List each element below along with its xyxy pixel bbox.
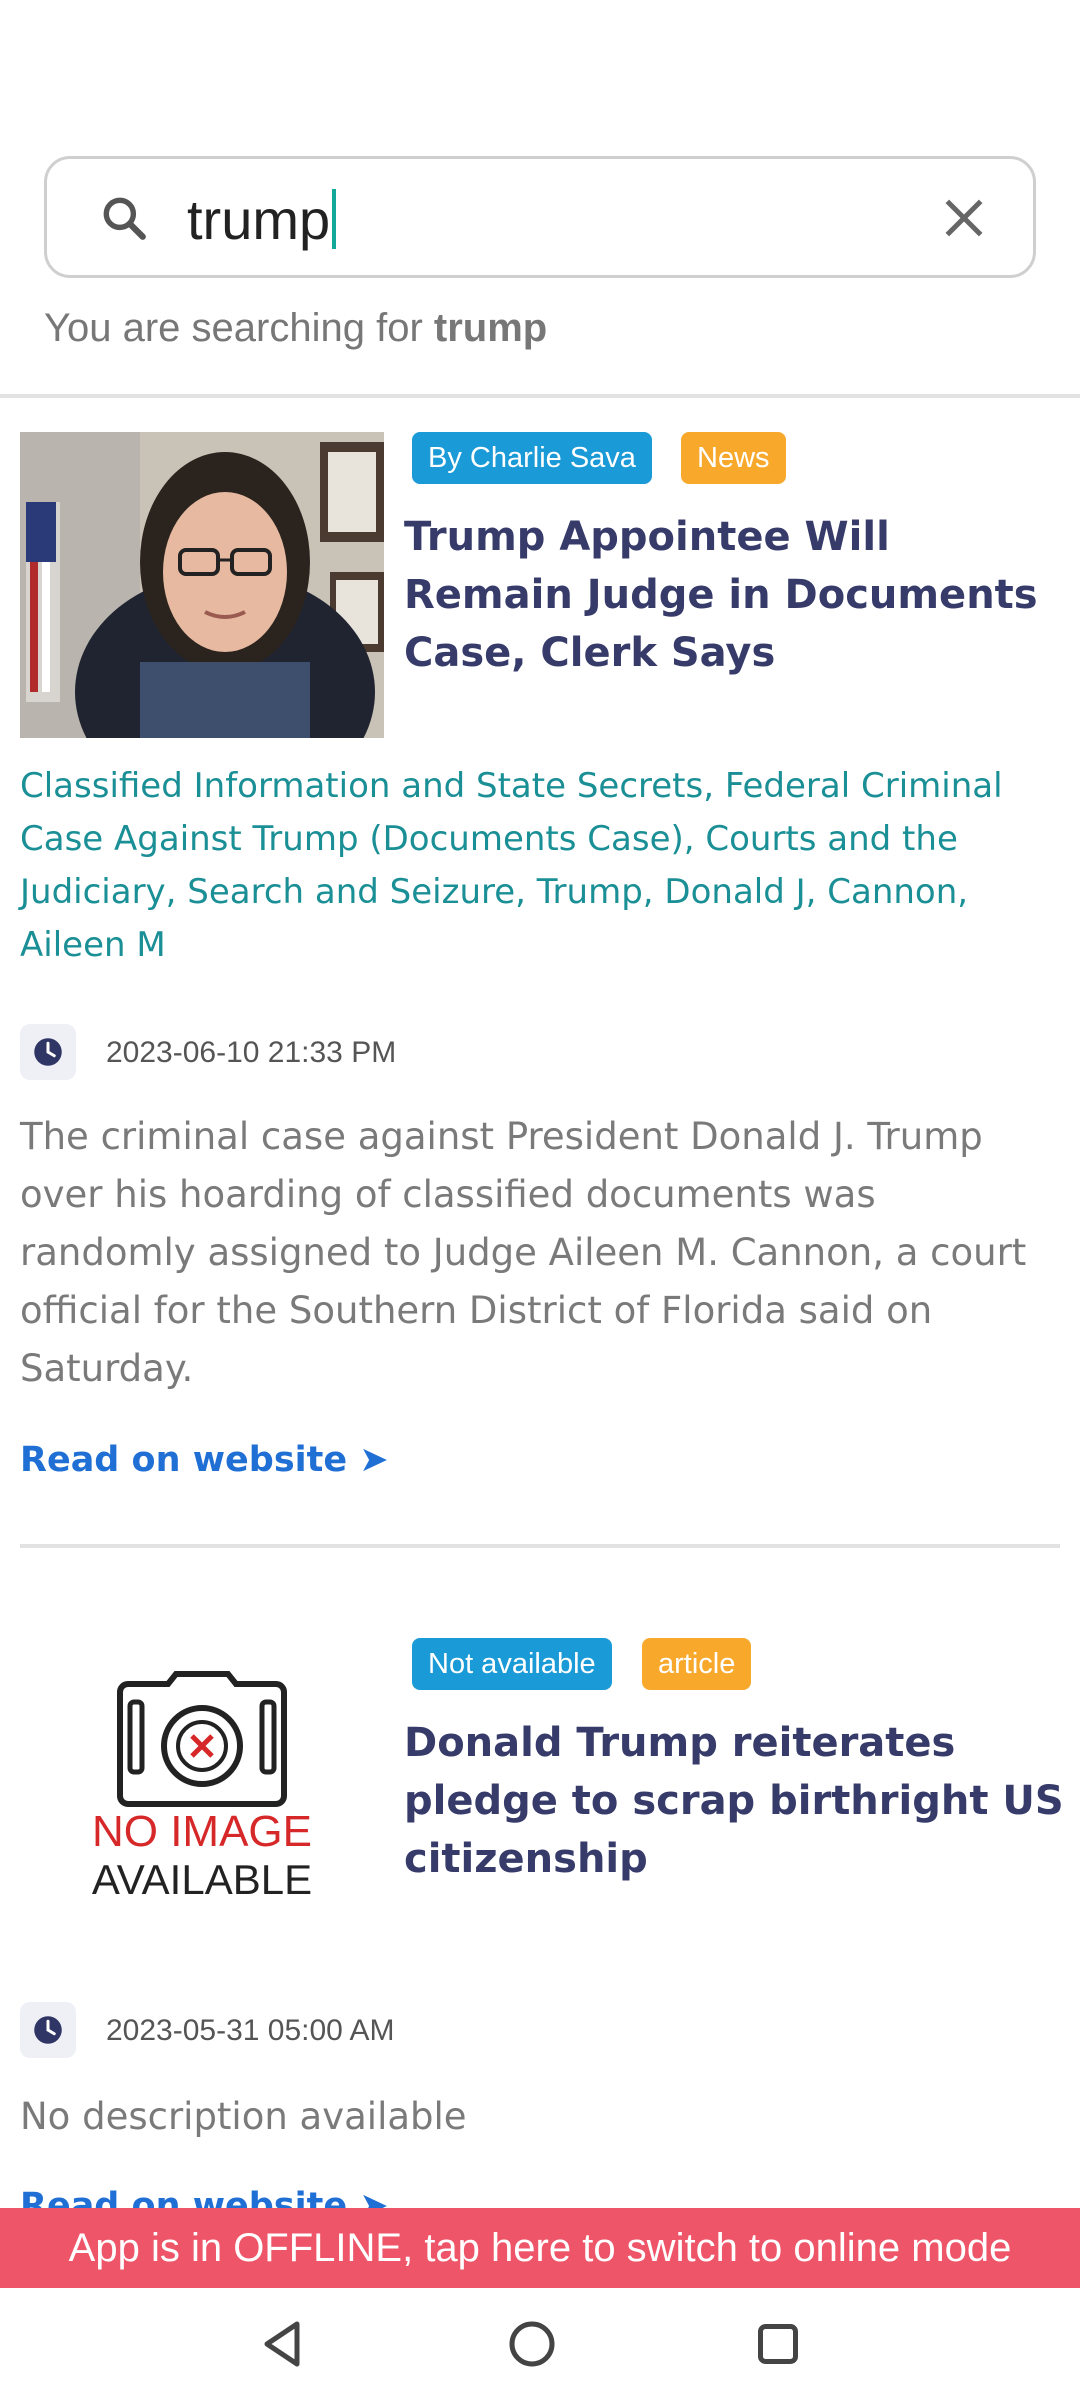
text-caret bbox=[332, 189, 337, 249]
navigation-bar bbox=[0, 2288, 1080, 2400]
article-thumbnail[interactable] bbox=[20, 432, 384, 738]
article-datetime: 2023-05-31 05:00 AM bbox=[106, 2014, 395, 2047]
search-status-term: trump bbox=[433, 306, 548, 350]
search-input[interactable]: trump bbox=[187, 181, 947, 257]
author-badge: Not available bbox=[412, 1638, 612, 1690]
back-icon[interactable] bbox=[252, 2314, 312, 2374]
search-status: You are searching for trump bbox=[44, 306, 547, 351]
available-label: AVAILABLE bbox=[92, 1856, 312, 1903]
article-description: No description available bbox=[20, 2095, 467, 2138]
search-bar[interactable]: trump bbox=[44, 156, 1036, 278]
article-datetime: 2023-06-10 21:33 PM bbox=[106, 1036, 397, 1069]
search-query: trump bbox=[187, 187, 331, 251]
recents-icon[interactable] bbox=[748, 2314, 808, 2374]
read-on-website-link[interactable]: Read on website ➤ bbox=[20, 1440, 389, 1480]
divider bbox=[20, 1544, 1060, 1548]
article-thumbnail-placeholder[interactable]: NO IMAGE AVAILABLE bbox=[20, 1640, 384, 1946]
type-badge: News bbox=[681, 432, 786, 484]
search-icon bbox=[103, 197, 146, 240]
clock-icon bbox=[20, 2002, 76, 2058]
article-title[interactable]: Trump Appointee Will Remain Judge in Doc… bbox=[404, 508, 1064, 682]
camera-icon: NO IMAGE AVAILABLE bbox=[20, 1640, 384, 1946]
no-image-label: NO IMAGE bbox=[92, 1807, 312, 1856]
divider bbox=[0, 394, 1080, 398]
article-description: The criminal case against President Dona… bbox=[20, 1115, 1027, 1390]
search-status-prefix: You are searching for bbox=[44, 306, 423, 350]
home-icon[interactable] bbox=[502, 2314, 562, 2374]
type-badge: article bbox=[642, 1638, 752, 1690]
author-badge: By Charlie Sava bbox=[412, 432, 652, 484]
close-icon[interactable] bbox=[939, 193, 989, 243]
clock-icon bbox=[20, 1024, 76, 1080]
offline-banner[interactable]: App is in OFFLINE, tap here to switch to… bbox=[0, 2208, 1080, 2288]
article-tags: Classified Information and State Secrets… bbox=[20, 766, 1003, 965]
article-title[interactable]: Donald Trump reiterates pledge to scrap … bbox=[404, 1714, 1064, 1888]
